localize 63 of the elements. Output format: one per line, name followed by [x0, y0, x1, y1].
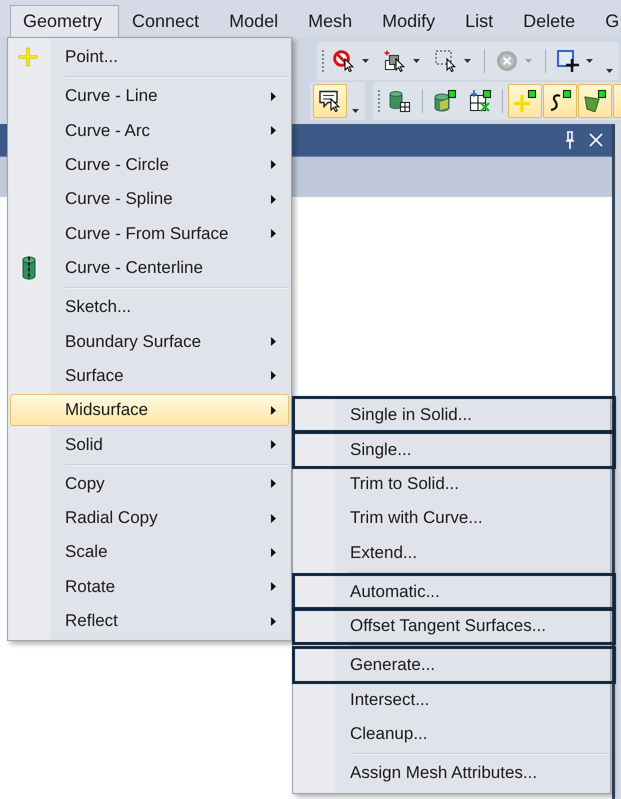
- menu-item[interactable]: Reflect: [10, 605, 289, 638]
- dashed-selection-cursor-icon: [435, 50, 457, 72]
- menu-bar-item[interactable]: Model: [216, 5, 296, 37]
- toolbar-button[interactable]: [578, 84, 612, 118]
- toolbar-button[interactable]: [508, 84, 542, 118]
- grid-cross-icon: [469, 90, 491, 112]
- menu-item[interactable]: Single...: [295, 433, 608, 466]
- pin-icon[interactable]: [565, 131, 575, 149]
- toolbar-button[interactable]: [313, 84, 347, 118]
- circle-x-icon: [496, 50, 518, 72]
- menu-bar-item[interactable]: Modify: [369, 5, 452, 37]
- speech-bubble-cursor-icon: [319, 90, 341, 112]
- s-curve-square-icon: [549, 90, 571, 112]
- close-icon[interactable]: [589, 133, 603, 147]
- menu-item[interactable]: Curve - Circle: [10, 148, 289, 182]
- menu-item[interactable]: Assign Mesh Attributes...: [295, 756, 608, 790]
- menu-bar-item[interactable]: Delete: [510, 5, 592, 37]
- menu-item[interactable]: Boundary Surface: [10, 325, 289, 358]
- menu-item[interactable]: Curve - From Surface: [10, 218, 289, 250]
- cylinder-grid-icon: [389, 90, 411, 112]
- cylinder-square-icon: [434, 90, 456, 112]
- menu-item[interactable]: Surface: [10, 360, 289, 392]
- square-crosshair-icon: [557, 50, 579, 72]
- stacked-squares-cursor-icon: [384, 50, 406, 72]
- caret-icon: [586, 59, 593, 63]
- menu-item[interactable]: Trim to Solid...: [295, 468, 608, 500]
- menu-bar-item[interactable]: Connect: [119, 5, 216, 37]
- menu-item[interactable]: Midsurface: [10, 394, 289, 426]
- menu-item[interactable]: Extend...: [295, 536, 608, 569]
- menu-item[interactable]: Curve - Spline: [10, 183, 289, 216]
- caret-icon: [525, 59, 532, 63]
- menu-item[interactable]: Generate...: [295, 648, 608, 682]
- menu-bar-item[interactable]: Geometry: [10, 5, 120, 37]
- surface-square-icon: [584, 90, 606, 112]
- menu-item[interactable]: Solid: [10, 428, 289, 461]
- menu-item[interactable]: Curve - Arc: [10, 114, 289, 147]
- menu-item[interactable]: Point...: [10, 41, 289, 74]
- menu-item[interactable]: Automatic...: [295, 576, 608, 608]
- menu-item[interactable]: Sketch...: [10, 290, 289, 324]
- plus-square-icon: [514, 90, 536, 112]
- menu-item[interactable]: Scale: [10, 536, 289, 569]
- no-entry-cursor-icon: [333, 50, 355, 72]
- plus-icon: [18, 47, 38, 68]
- menu-item[interactable]: Curve - Line: [10, 80, 289, 112]
- cylinder-icon: [22, 256, 36, 280]
- menu-item[interactable]: Curve - Centerline: [10, 252, 289, 284]
- menu-item[interactable]: Trim with Curve...: [295, 502, 608, 535]
- menu-bar-item[interactable]: G: [592, 5, 621, 37]
- caret-icon: [413, 59, 420, 63]
- menu-item[interactable]: Radial Copy: [10, 502, 289, 534]
- menu-bar-item[interactable]: Mesh: [295, 5, 370, 37]
- menu-item[interactable]: Rotate: [10, 570, 289, 604]
- menu-item[interactable]: Single in Solid...: [295, 399, 608, 432]
- menu-item[interactable]: Copy: [10, 467, 289, 500]
- menu-item[interactable]: Cleanup...: [295, 718, 608, 750]
- caret-icon: [464, 59, 471, 63]
- caret-icon: [362, 59, 369, 63]
- toolbar-button[interactable]: [543, 84, 577, 118]
- menu-item[interactable]: Intersect...: [295, 683, 608, 716]
- menu-item[interactable]: Offset Tangent Surfaces...: [295, 610, 608, 642]
- caret-icon: [606, 69, 612, 73]
- menu-bar-item[interactable]: List: [452, 5, 510, 37]
- caret-icon: [352, 109, 358, 113]
